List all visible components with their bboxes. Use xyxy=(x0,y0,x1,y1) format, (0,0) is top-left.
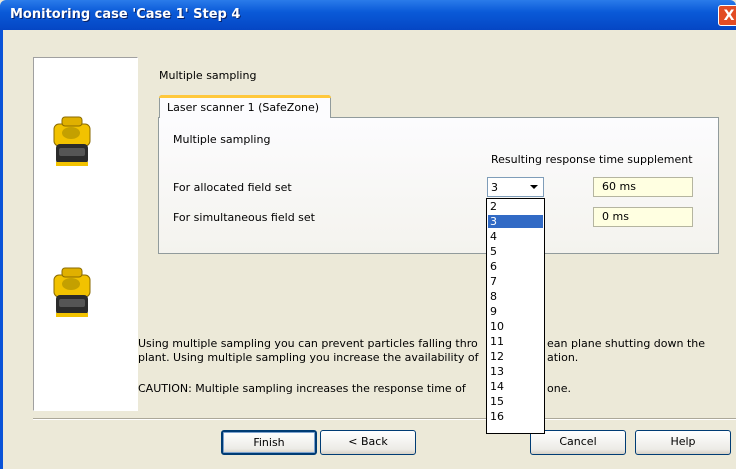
window-title: Monitoring case 'Case 1' Step 4 xyxy=(10,7,241,22)
dropdown-option[interactable]: 15 xyxy=(488,395,543,408)
dropdown-option[interactable]: 9 xyxy=(488,305,543,318)
multiple-sampling-combo[interactable]: 3 xyxy=(487,177,544,197)
dropdown-option[interactable]: 12 xyxy=(488,350,543,363)
info-line2-end: ation. xyxy=(547,351,579,364)
section-label: Multiple sampling xyxy=(159,69,257,82)
close-button[interactable]: X xyxy=(718,5,736,26)
caution-start: CAUTION: Multiple sampling increases the… xyxy=(138,382,466,395)
group-label: Multiple sampling xyxy=(173,133,271,146)
allocated-response-time-field: 60 ms xyxy=(593,177,693,197)
dropdown-option[interactable]: 2 xyxy=(488,200,543,213)
finish-button[interactable]: Finish xyxy=(221,430,317,455)
title-bar[interactable]: Monitoring case 'Case 1' Step 4 X xyxy=(0,0,736,30)
dropdown-option[interactable]: 6 xyxy=(488,260,543,273)
dropdown-option[interactable]: 14 xyxy=(488,380,543,393)
back-button[interactable]: < Back xyxy=(320,430,416,455)
dropdown-option[interactable]: 10 xyxy=(488,320,543,333)
simultaneous-field-set-label: For simultaneous field set xyxy=(173,211,315,224)
column-header: Resulting response time supplement xyxy=(491,153,693,166)
combo-dropdown-list[interactable]: 2 3 4 5 6 7 8 9 10 11 12 13 14 15 16 xyxy=(486,198,545,434)
image-panel xyxy=(33,57,138,411)
combo-value: 3 xyxy=(491,181,498,194)
chevron-down-icon[interactable] xyxy=(526,179,542,195)
help-button[interactable]: Help xyxy=(635,430,731,455)
scanner-image xyxy=(53,267,91,317)
tab-label: Laser scanner 1 (SafeZone) xyxy=(167,101,320,114)
divider xyxy=(33,418,736,420)
dropdown-option[interactable]: 4 xyxy=(488,230,543,243)
dropdown-option[interactable]: 5 xyxy=(488,245,543,258)
dropdown-option[interactable]: 16 xyxy=(488,410,543,423)
caution-end: one. xyxy=(547,382,571,395)
info-line2-start: plant. Using multiple sampling you incre… xyxy=(138,351,479,364)
info-line1-end: ean plane shutting down the xyxy=(547,337,706,350)
allocated-field-set-label: For allocated field set xyxy=(173,181,292,194)
tab-laser-scanner-1[interactable]: Laser scanner 1 (SafeZone) xyxy=(159,95,331,118)
dropdown-option[interactable]: 13 xyxy=(488,365,543,378)
simultaneous-response-time-field: 0 ms xyxy=(593,207,693,227)
window-frame xyxy=(0,30,3,469)
info-line1-start: Using multiple sampling you can prevent … xyxy=(138,337,478,350)
dropdown-option-selected[interactable]: 3 xyxy=(488,215,543,228)
scanner-image xyxy=(53,116,91,166)
dropdown-option[interactable]: 11 xyxy=(488,335,543,348)
dropdown-option[interactable]: 7 xyxy=(488,275,543,288)
dropdown-option[interactable]: 8 xyxy=(488,290,543,303)
